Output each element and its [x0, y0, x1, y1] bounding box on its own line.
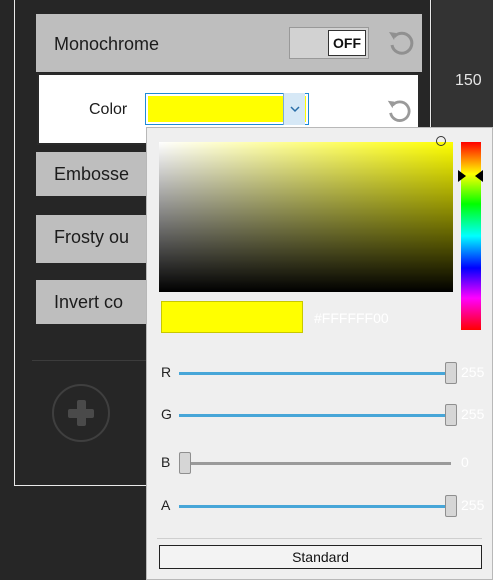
- channel-label-g: G: [161, 406, 172, 422]
- slider-thumb-g[interactable]: [445, 404, 457, 426]
- dropdown-button[interactable]: [283, 93, 305, 125]
- slider-track-r[interactable]: [179, 372, 451, 375]
- slider-track-b[interactable]: [179, 462, 451, 465]
- effect-label-invert: Invert co: [54, 292, 124, 312]
- reset-icon[interactable]: [385, 97, 413, 125]
- slider-a[interactable]: A 255: [159, 494, 489, 518]
- channel-value-g: 255: [461, 406, 485, 422]
- hex-value[interactable]: #FFFFFF00: [314, 310, 389, 326]
- slider-track-g[interactable]: [179, 414, 451, 417]
- channel-label-b: B: [161, 454, 171, 470]
- channel-value-b: 0: [461, 454, 469, 470]
- reset-icon[interactable]: [386, 28, 416, 58]
- hue-marker-left[interactable]: [458, 170, 466, 182]
- chevron-down-icon: [290, 106, 300, 113]
- standard-button[interactable]: Standard: [159, 545, 482, 569]
- channel-value-r: 255: [461, 364, 485, 380]
- add-icon-vertical: [77, 400, 86, 426]
- right-panel-value: 150: [455, 72, 482, 89]
- slider-r[interactable]: R 255: [159, 361, 489, 385]
- channel-label-r: R: [161, 364, 172, 380]
- slider-thumb-r[interactable]: [445, 362, 457, 384]
- slider-b[interactable]: B 0: [159, 451, 489, 475]
- slider-thumb-a[interactable]: [445, 495, 457, 517]
- saturation-value-area[interactable]: [159, 142, 453, 292]
- slider-g[interactable]: G 255: [159, 403, 489, 427]
- add-effect-button[interactable]: [52, 384, 110, 442]
- effect-row-monochrome[interactable]: Monochrome OFF: [36, 14, 422, 72]
- monochrome-toggle[interactable]: OFF: [289, 27, 369, 59]
- effect-label-monochrome: Monochrome: [54, 34, 160, 54]
- channel-value-a: 255: [461, 497, 485, 513]
- saturation-value-marker[interactable]: [436, 136, 446, 146]
- toggle-state-label: OFF: [328, 30, 366, 56]
- color-preview: [161, 301, 303, 333]
- hue-marker-right[interactable]: [475, 170, 483, 182]
- effect-label-emboss: Embosse: [54, 164, 130, 184]
- color-picker-popup: #FFFFFF00 R 255 G 255 B 0 A 255 Standard: [146, 127, 493, 580]
- channel-label-a: A: [161, 497, 171, 513]
- slider-thumb-b[interactable]: [179, 452, 191, 474]
- color-setting-label: Color: [89, 101, 128, 118]
- picker-divider: [157, 538, 482, 539]
- effect-label-frosty: Frosty ou: [54, 227, 130, 247]
- slider-track-a[interactable]: [179, 505, 451, 508]
